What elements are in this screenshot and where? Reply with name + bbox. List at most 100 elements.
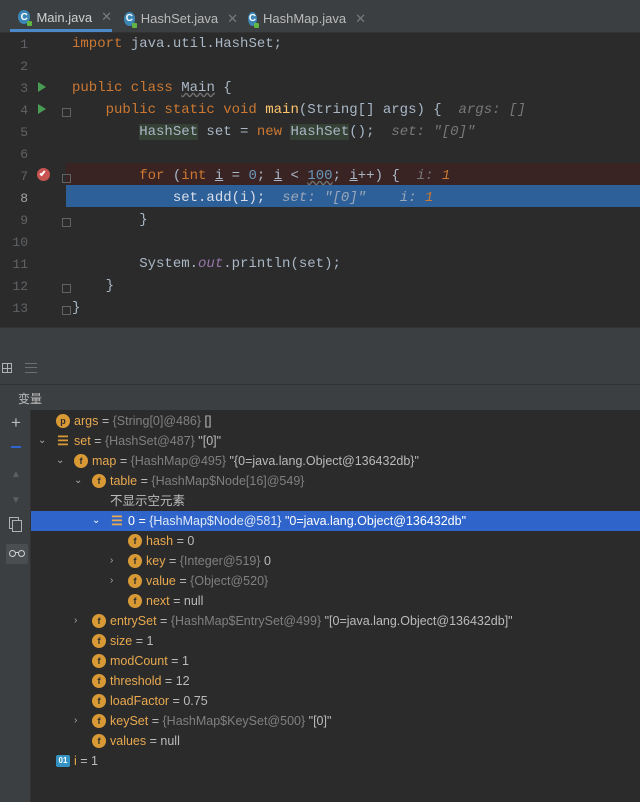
line-number: 11 — [12, 257, 28, 272]
line-number: 8 — [20, 191, 28, 206]
tree-row-map[interactable]: ⌄ f map = {HashMap@495} "{0=java.lang.Ob… — [31, 451, 640, 471]
tree-row-table[interactable]: ⌄ f table = {HashMap$Node[16]@549} — [31, 471, 640, 491]
code-line-1: import java.util.HashSet; — [72, 36, 283, 52]
field-icon: f — [92, 734, 106, 748]
frames-icon[interactable] — [2, 363, 12, 373]
tree-row-modcount[interactable]: f modCount = 1 — [31, 651, 640, 671]
field-icon: f — [92, 714, 106, 728]
tree-note: 不显示空元素 — [110, 494, 186, 508]
field-icon: f — [92, 654, 106, 668]
line-number: 3 — [20, 81, 28, 96]
close-icon[interactable]: ✕ — [355, 11, 366, 27]
java-class-icon: C — [18, 10, 33, 26]
code-line-3: public class Main { — [72, 80, 232, 96]
tree-row-args[interactable]: p args = {String[0]@486} [] — [31, 411, 640, 431]
field-icon: f — [92, 634, 106, 648]
line-number: 1 — [20, 37, 28, 52]
show-watches-toggle[interactable] — [6, 544, 28, 564]
line-number: 9 — [20, 213, 28, 228]
expand-arrow-icon[interactable]: › — [74, 611, 84, 631]
java-class-icon: C — [124, 11, 137, 28]
fold-icon[interactable] — [62, 284, 71, 293]
expand-arrow-icon[interactable]: › — [110, 571, 120, 591]
tab-label: Main.java — [36, 9, 93, 25]
debug-toolbar — [0, 355, 640, 385]
threads-icon[interactable] — [25, 363, 37, 373]
line-number: 6 — [20, 147, 28, 162]
fold-icon[interactable] — [62, 218, 71, 227]
field-icon: f — [92, 474, 106, 488]
tree-row-size[interactable]: f size = 1 — [31, 631, 640, 651]
tree-row-set[interactable]: ⌄ ☰ set = {HashSet@487} "[0]" — [31, 431, 640, 451]
close-icon[interactable]: ✕ — [227, 11, 238, 27]
expand-arrow-icon[interactable]: › — [74, 711, 84, 731]
line-number: 4 — [20, 103, 28, 118]
code-editor[interactable]: 1 2 3 4 5 6 7 8 9 10 11 12 13 import jav… — [0, 33, 640, 327]
code-line-11: System.out.println(set); — [139, 256, 341, 272]
variables-title: 变量 — [18, 392, 43, 406]
param-icon: p — [56, 414, 70, 428]
field-icon: f — [92, 614, 106, 628]
panel-divider — [0, 327, 640, 355]
tree-row-loadfactor[interactable]: f loadFactor = 0.75 — [31, 691, 640, 711]
run-icon[interactable] — [38, 82, 46, 92]
tree-row-keyset[interactable]: › f keySet = {HashMap$KeySet@500} "[0]" — [31, 711, 640, 731]
expand-arrow-icon[interactable]: ⌄ — [92, 511, 102, 531]
expand-arrow-icon[interactable]: ⌄ — [56, 451, 66, 471]
field-icon: f — [92, 674, 106, 688]
java-class-icon: C — [248, 11, 259, 28]
code-line-7: for (int i = 0; i < 100; i++) { i: 1 — [139, 168, 451, 184]
line-number: 5 — [20, 125, 28, 140]
fold-icon[interactable] — [62, 306, 71, 315]
fold-icon[interactable] — [62, 108, 71, 117]
tree-row-i[interactable]: 01 i = 1 — [31, 751, 640, 771]
copy-icon[interactable] — [12, 520, 22, 532]
move-down-icon[interactable]: ▼ — [7, 492, 25, 510]
field-icon: f — [74, 454, 88, 468]
tree-row-values[interactable]: f values = null — [31, 731, 640, 751]
code-line-12: } — [105, 278, 115, 294]
line-number: 2 — [20, 59, 28, 74]
tab-hashmap-java[interactable]: C HashMap.java ✕ — [240, 5, 366, 32]
remove-watch-icon[interactable] — [11, 446, 21, 448]
line-number: 10 — [12, 235, 28, 250]
field-icon: f — [128, 534, 142, 548]
tab-label: HashMap.java — [262, 11, 347, 26]
field-icon: f — [92, 694, 106, 708]
expand-arrow-icon[interactable]: › — [110, 551, 120, 571]
tab-hashset-java[interactable]: C HashSet.java ✕ — [116, 5, 238, 32]
breakpoint-icon[interactable] — [37, 168, 50, 181]
code-line-8: set.add(i); set: "[0]" i: 1 — [172, 190, 434, 206]
code-line-4: public static void main(String[] args) {… — [105, 102, 526, 118]
variables-side-toolbar: + ▲ ▼ — [0, 410, 31, 802]
code-line-5: HashSet set = new HashSet(); set: "[0]" — [139, 124, 476, 140]
field-icon: f — [128, 574, 142, 588]
close-icon[interactable]: ✕ — [101, 9, 112, 25]
field-icon: f — [128, 594, 142, 608]
tree-row-entryset[interactable]: › f entrySet = {HashMap$EntrySet@499} "[… — [31, 611, 640, 631]
tree-row-element-0[interactable]: ⌄ ☰ 0 = {HashMap$Node@581} "0=java.lang.… — [31, 511, 640, 531]
tree-row-hash[interactable]: f hash = 0 — [31, 531, 640, 551]
local-var-icon: ☰ — [57, 433, 69, 448]
tab-main-java[interactable]: C Main.java ✕ — [10, 5, 112, 32]
editor-tab-bar: C Main.java ✕ C HashSet.java ✕ C HashMap… — [0, 0, 640, 33]
variables-header: 变量 — [0, 385, 640, 410]
add-watch-icon[interactable]: + — [7, 414, 25, 432]
code-line-9: } — [139, 212, 148, 228]
tree-row-threshold[interactable]: f threshold = 12 — [31, 671, 640, 691]
tree-row-next[interactable]: f next = null — [31, 591, 640, 611]
tree-row-value[interactable]: › f value = {Object@520} — [31, 571, 640, 591]
primitive-var-icon: 01 — [56, 755, 70, 767]
move-up-icon[interactable]: ▲ — [7, 466, 25, 484]
line-number: 13 — [12, 301, 28, 316]
array-element-icon: ☰ — [111, 513, 123, 528]
expand-arrow-icon[interactable]: ⌄ — [38, 431, 48, 451]
tab-label: HashSet.java — [140, 11, 219, 26]
variables-tree[interactable]: p args = {String[0]@486} [] ⌄ ☰ set = {H… — [31, 410, 640, 802]
run-icon[interactable] — [38, 104, 46, 114]
tree-row-key[interactable]: › f key = {Integer@519} 0 — [31, 551, 640, 571]
expand-arrow-icon[interactable]: ⌄ — [74, 471, 84, 491]
code-line-13: } — [72, 300, 81, 316]
line-number: 7 — [20, 169, 28, 184]
fold-icon[interactable] — [62, 174, 71, 183]
